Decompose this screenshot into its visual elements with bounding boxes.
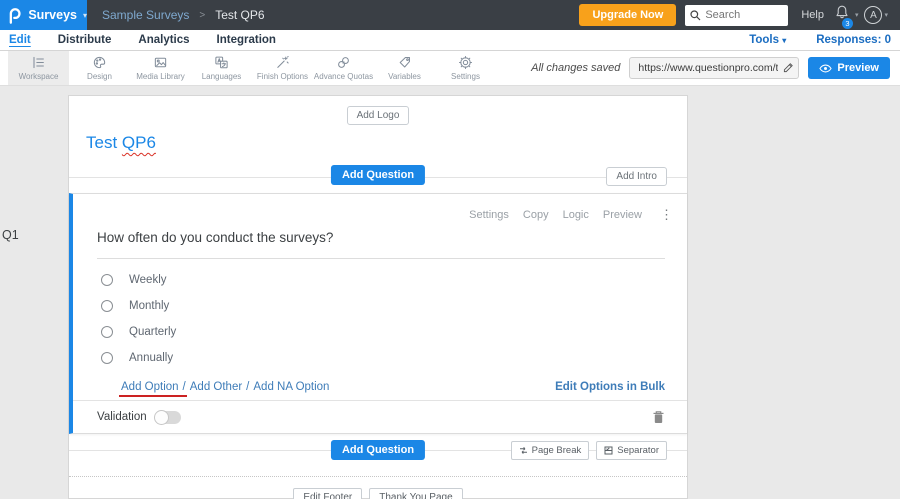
upgrade-now-button[interactable]: Upgrade Now (579, 4, 677, 26)
top-bar: Surveys ▾ Sample Surveys > Test QP6 Upgr… (0, 0, 900, 30)
languages-icon (214, 55, 229, 70)
question-preview-link[interactable]: Preview (603, 209, 642, 221)
toolbar-item-design[interactable]: Design (69, 51, 130, 85)
breadcrumb-parent[interactable]: Sample Surveys (102, 8, 189, 22)
radio-icon[interactable] (101, 352, 113, 364)
page-break-icon (519, 447, 527, 454)
separator-button[interactable]: Separator (596, 441, 667, 460)
avatar-initial: A (870, 9, 877, 21)
questionpro-logo-icon (9, 7, 21, 24)
tab-distribute[interactable]: Distribute (58, 34, 112, 46)
toolbar-item-finish-options[interactable]: Finish Options (252, 51, 313, 85)
add-option-link[interactable]: Add Option (119, 381, 187, 397)
workspace-icon (31, 55, 46, 70)
option-actions: Add Option / Add Other / Add NA Option Edit … (119, 381, 665, 397)
tab-integration[interactable]: Integration (217, 34, 276, 46)
add-other-link[interactable]: Add Other (190, 381, 242, 393)
toolbar-item-media-library[interactable]: Media Library (130, 51, 191, 85)
survey-nav: Edit Distribute Analytics Integration To… (0, 30, 900, 51)
question-text[interactable]: How often do you conduct the surveys? (97, 230, 665, 259)
save-status: All changes saved (531, 62, 621, 74)
finish-options-wand-icon (275, 55, 290, 70)
radio-icon[interactable] (101, 300, 113, 312)
design-palette-icon (92, 55, 107, 70)
editor-toolbar: Workspace Design Media Library Languages… (0, 51, 900, 86)
add-logo-button[interactable]: Add Logo (346, 106, 410, 125)
validation-row: Validation (73, 400, 687, 433)
add-question-button-bottom[interactable]: Add Question (330, 440, 426, 460)
question-logic-link[interactable]: Logic (563, 209, 589, 221)
question-number-label: Q1 (2, 228, 19, 242)
toolbar-item-settings[interactable]: Settings (435, 51, 496, 85)
variables-tag-icon (397, 55, 412, 70)
question-menu: Settings Copy Logic Preview ⋮ (469, 207, 673, 223)
product-switcher[interactable]: Surveys ▾ (0, 0, 87, 30)
question-settings-link[interactable]: Settings (469, 209, 509, 221)
separator-icon (604, 446, 613, 455)
advance-quotas-icon (336, 55, 351, 70)
option-row-annually[interactable]: Annually (73, 345, 687, 371)
tab-edit[interactable]: Edit (9, 34, 31, 46)
help-link[interactable]: Help (801, 9, 824, 21)
survey-url-field[interactable] (629, 57, 800, 79)
chevron-down-icon: ▾ (82, 10, 87, 20)
notification-count-badge: 3 (841, 18, 853, 29)
answer-options: Weekly Monthly Quarterly Annually (73, 267, 687, 371)
page-break-button[interactable]: Page Break (510, 441, 590, 460)
settings-gear-icon (458, 55, 473, 70)
add-intro-button[interactable]: Add Intro (606, 167, 667, 186)
option-row-weekly[interactable]: Weekly (73, 267, 687, 293)
radio-icon[interactable] (101, 274, 113, 286)
search-box[interactable] (685, 4, 789, 26)
product-label: Surveys (28, 8, 77, 22)
toolbar-item-advance-quotas[interactable]: Advance Quotas (313, 51, 374, 85)
search-icon (690, 9, 701, 20)
survey-title[interactable]: Test QP6 (86, 133, 156, 152)
delete-question-trash-icon[interactable] (652, 410, 665, 424)
survey-card: Add Logo Test QP6 Add Question Add Intro… (68, 95, 688, 499)
breadcrumb: Sample Surveys > Test QP6 (102, 8, 265, 22)
question-block: Settings Copy Logic Preview ⋮ How often … (69, 193, 687, 434)
media-library-icon (153, 55, 168, 70)
chevron-down-icon[interactable]: ▾ (884, 11, 888, 19)
option-row-monthly[interactable]: Monthly (73, 293, 687, 319)
toolbar-item-workspace[interactable]: Workspace (8, 51, 69, 85)
footer-divider (69, 476, 687, 477)
toolbar-item-variables[interactable]: Variables (374, 51, 435, 85)
toolbar-item-languages[interactable]: Languages (191, 51, 252, 85)
add-na-option-link[interactable]: Add NA Option (253, 381, 329, 393)
validation-label: Validation (97, 411, 147, 423)
add-question-button-top[interactable]: Add Question (330, 165, 426, 185)
responses-count[interactable]: Responses: 0 (816, 34, 891, 46)
edit-options-in-bulk-link[interactable]: Edit Options in Bulk (555, 381, 665, 393)
breadcrumb-separator: > (199, 9, 206, 21)
edit-url-pencil-icon[interactable] (783, 62, 794, 73)
thank-you-page-button[interactable]: Thank You Page (369, 488, 463, 499)
validation-toggle[interactable] (153, 409, 181, 425)
chevron-down-icon: ▾ (782, 36, 787, 45)
breadcrumb-current: Test QP6 (215, 8, 265, 22)
tools-menu[interactable]: Tools ▾ (749, 34, 786, 46)
edit-footer-button[interactable]: Edit Footer (293, 488, 363, 499)
radio-icon[interactable] (101, 326, 113, 338)
spellcheck-underline: QP6 (121, 133, 156, 152)
question-copy-link[interactable]: Copy (523, 209, 549, 221)
preview-button[interactable]: Preview (808, 57, 890, 79)
kebab-menu-icon[interactable]: ⋮ (660, 207, 673, 223)
chevron-down-icon[interactable]: ▾ (855, 11, 859, 19)
option-row-quarterly[interactable]: Quarterly (73, 319, 687, 345)
editor-canvas: Q1 Add Logo Test QP6 Add Question Add In… (0, 86, 900, 499)
avatar[interactable]: A (864, 6, 883, 24)
toggle-knob (153, 409, 169, 425)
eye-icon (819, 64, 833, 72)
notifications-bell[interactable]: 3 (834, 4, 853, 29)
tab-analytics[interactable]: Analytics (138, 34, 189, 46)
